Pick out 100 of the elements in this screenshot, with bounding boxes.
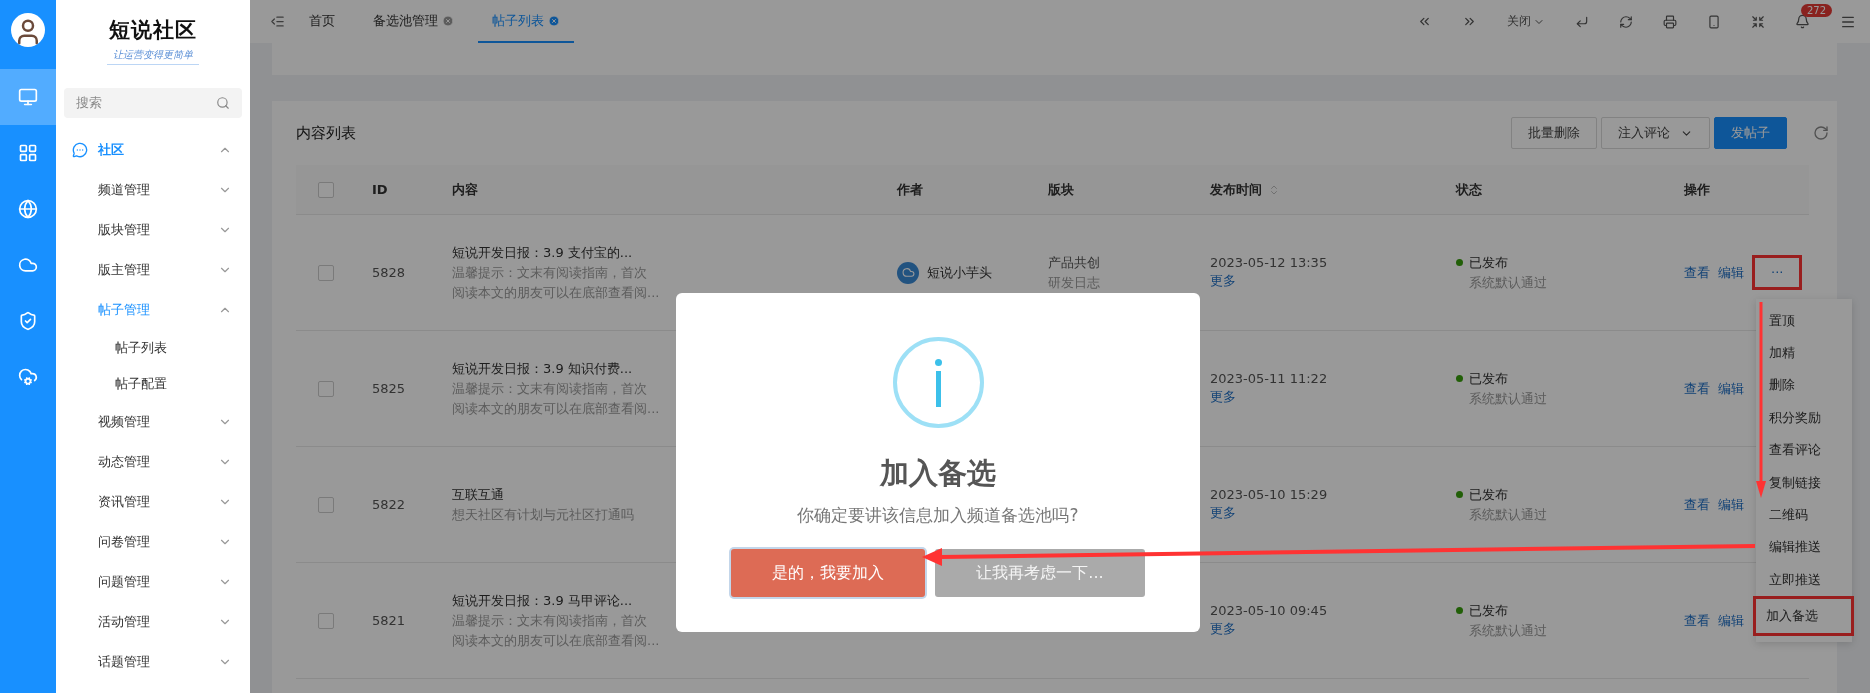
nav-item[interactable]: 版主管理 [56, 250, 250, 290]
dialog-message: 你确定要讲该信息加入频道备选池吗? [797, 504, 1079, 527]
checkbox[interactable] [318, 181, 334, 198]
printer-icon[interactable] [1663, 14, 1677, 29]
nav-item[interactable]: 活动管理 [56, 602, 250, 642]
close-icon[interactable] [548, 14, 560, 27]
column-header: ID [372, 182, 389, 197]
more-link[interactable]: 更多 [1210, 273, 1236, 288]
nav-group[interactable]: 社区 [56, 130, 250, 170]
menu-item[interactable]: 编辑推送 [1756, 531, 1852, 564]
nav-item[interactable]: 动态管理 [56, 442, 250, 482]
refresh-icon[interactable] [1813, 125, 1829, 141]
publish-time: 2023-05-10 15:29 [1210, 487, 1328, 502]
phone-icon[interactable] [1707, 14, 1721, 29]
checkbox[interactable] [318, 264, 334, 281]
author-avatar [897, 261, 919, 284]
action-link[interactable]: 编辑 [1718, 263, 1744, 282]
column-header: 操作 [1684, 180, 1711, 199]
sort-icon[interactable] [1268, 183, 1280, 196]
more-link[interactable]: 更多 [1210, 389, 1236, 404]
status-note: 系统默认通过 [1468, 389, 1547, 408]
toolbar-button[interactable]: 注入评论 [1601, 117, 1710, 149]
nav-item[interactable]: 资讯管理 [56, 482, 250, 522]
confirm-button[interactable]: 是的，我要加入 [731, 549, 925, 597]
post-title: 互联互通 [452, 485, 504, 504]
globe-icon [18, 199, 38, 219]
more-link[interactable]: 更多 [1210, 621, 1236, 636]
search-field[interactable]: 搜索 [64, 88, 242, 118]
action-link[interactable]: 编辑 [1718, 495, 1744, 514]
post-title: 短说开发日报：3.9 马甲评论... [452, 591, 633, 610]
menu-item[interactable]: 加精 [1756, 336, 1852, 370]
status-note: 系统默认通过 [1468, 273, 1547, 292]
column-header: 状态 [1456, 180, 1483, 199]
tab[interactable]: 备选池管理 [359, 0, 468, 43]
menu-item[interactable]: 积分奖励 [1756, 401, 1852, 435]
card-title: 内容列表 [296, 123, 356, 143]
status-note: 系统默认通过 [1468, 621, 1547, 640]
menu-item[interactable]: 立即推送 [1756, 563, 1852, 596]
nav-item[interactable]: 话题管理 [56, 642, 250, 682]
menu-item[interactable]: 二维码 [1756, 498, 1852, 532]
table-cell-text: 5828 [372, 265, 407, 280]
avatar[interactable] [11, 13, 45, 47]
more-link[interactable]: 更多 [1210, 505, 1236, 520]
menu-item[interactable]: 置顶 [1756, 304, 1852, 337]
menu-item[interactable]: 查看评论 [1756, 434, 1852, 467]
action-link[interactable]: 查看 [1684, 379, 1710, 398]
action-link[interactable]: 编辑 [1718, 379, 1744, 398]
status-text: 已发布 [1469, 369, 1508, 388]
nav-item[interactable]: 问题管理 [56, 562, 250, 602]
menu-item[interactable]: 加入备选 [1753, 596, 1854, 636]
checkbox[interactable] [318, 380, 334, 397]
tab[interactable]: 首页 [295, 0, 349, 43]
column-header: 版块 [1048, 180, 1075, 199]
table-cell-text: 5825 [372, 381, 407, 396]
status-dot [1456, 375, 1463, 382]
menu-item[interactable]: 复制链接 [1756, 466, 1852, 499]
sub-board-name: 研发日志 [1048, 273, 1100, 292]
monitor-icon [18, 87, 38, 107]
action-link[interactable]: 编辑 [1718, 611, 1744, 630]
status-text: 已发布 [1469, 601, 1508, 620]
nav-item[interactable]: 帖子管理 [56, 290, 250, 330]
checkbox[interactable] [318, 496, 334, 513]
info-icon [892, 337, 984, 428]
nav-item[interactable]: 频道管理 [56, 170, 250, 210]
status-dot [1456, 607, 1463, 614]
menu-item[interactable]: 删除 [1756, 369, 1852, 402]
dialog-title: 加入备选 [880, 455, 996, 492]
grid-icon [18, 143, 38, 163]
checkbox[interactable] [318, 612, 334, 629]
close-icon[interactable] [442, 14, 454, 27]
rail-item[interactable] [0, 69, 56, 125]
status-note: 系统默认通过 [1468, 505, 1547, 524]
close-menu[interactable]: 关闭 [1507, 13, 1545, 30]
notification-badge: 272 [1801, 4, 1833, 17]
post-summary: 阅读本文的朋友可以在底部查看阅... [452, 631, 660, 650]
nav-item[interactable]: 问卷管理 [56, 522, 250, 562]
nav-subitem[interactable]: 帖子配置 [56, 366, 250, 402]
toolbar-button[interactable]: 批量删除 [1511, 117, 1597, 149]
cloud-icon [18, 255, 38, 275]
shield-check-icon [18, 311, 38, 331]
refresh-icon[interactable] [1619, 14, 1633, 29]
post-summary: 阅读本文的朋友可以在底部查看阅... [452, 283, 660, 302]
action-link[interactable]: 查看 [1684, 495, 1710, 514]
status-dot [1456, 259, 1463, 266]
table-cell-text: 5822 [372, 497, 407, 512]
more-button[interactable]: ··· [1752, 255, 1803, 290]
action-link[interactable]: 查看 [1684, 263, 1710, 282]
bell-icon[interactable] [1795, 14, 1810, 29]
brand-title: 短说社区 [109, 16, 197, 44]
cloud-gear-icon [18, 367, 38, 387]
return-icon[interactable] [1575, 14, 1589, 29]
nav-item[interactable]: 版块管理 [56, 210, 250, 250]
nav-subitem[interactable]: 帖子列表 [56, 330, 250, 366]
nav-item[interactable]: 视频管理 [56, 402, 250, 442]
collapse-icon[interactable] [270, 14, 285, 29]
search-icon [216, 96, 230, 110]
publish-time: 2023-05-11 11:22 [1210, 371, 1328, 386]
shrink-icon[interactable] [1751, 14, 1765, 29]
action-link[interactable]: 查看 [1684, 611, 1710, 630]
column-header: 作者 [897, 180, 924, 199]
